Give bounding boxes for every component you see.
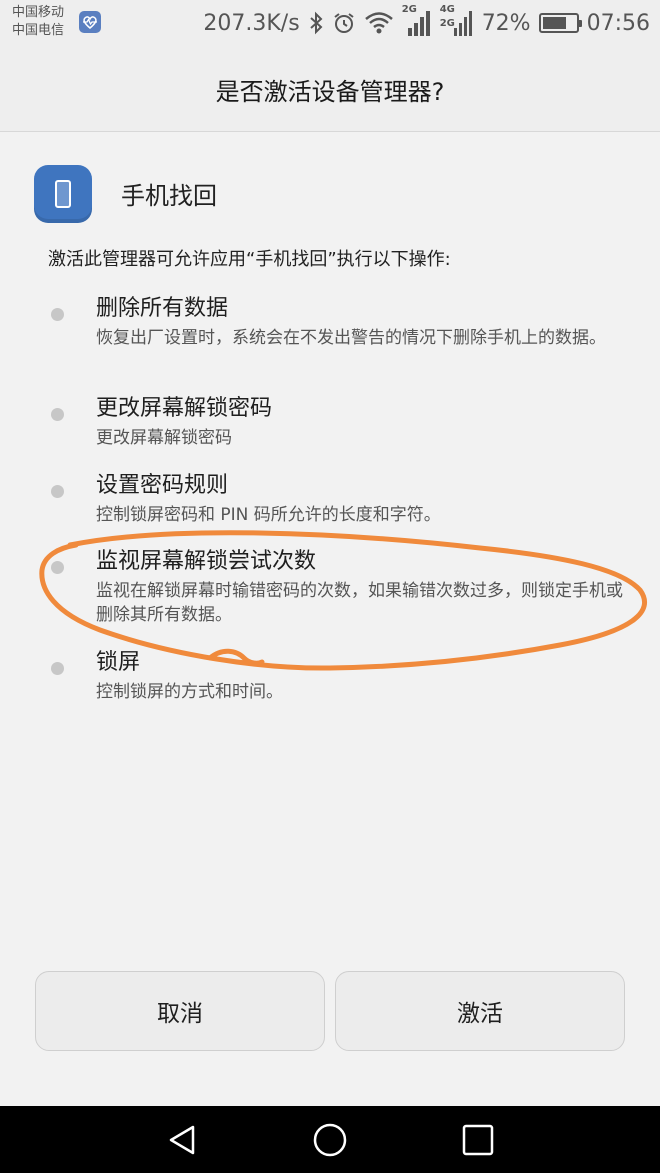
carrier-2: 中国电信 — [12, 23, 65, 38]
bullet-icon — [51, 561, 64, 574]
permission-description: 更改屏幕解锁密码 — [96, 428, 232, 448]
permission-description: 控制锁屏密码和 PIN 码所允许的长度和字符。 — [96, 505, 441, 525]
app-name: 手机找回 — [121, 182, 217, 210]
health-app-icon — [79, 11, 101, 33]
alarm-icon — [332, 11, 356, 35]
activate-button[interactable]: 激活 — [335, 971, 625, 1051]
page-title: 是否激活设备管理器? — [215, 78, 445, 106]
permission-title: 监视屏幕解锁尝试次数 — [96, 549, 317, 574]
bullet-icon — [51, 485, 64, 498]
permission-title: 设置密码规则 — [96, 473, 229, 498]
status-icons: 207.3K/s 2G 4G 2G 72% 07:56 — [203, 4, 650, 38]
permission-description: 监视在解锁屏幕时输错密码的次数，如果输错次数过多，则锁定手机或删除其所有数据。 — [96, 581, 623, 625]
intro-text: 激活此管理器可允许应用“手机找回”执行以下操作: — [48, 249, 451, 270]
bullet-icon — [51, 308, 64, 321]
permission-title: 锁屏 — [96, 650, 141, 675]
permission-title: 更改屏幕解锁密码 — [96, 396, 273, 421]
bullet-icon — [51, 408, 64, 421]
cancel-button[interactable]: 取消 — [35, 971, 325, 1051]
clock: 07:56 — [586, 10, 650, 36]
battery-percent: 72% — [481, 10, 531, 36]
signal-icon: 2G — [402, 4, 432, 36]
home-icon[interactable] — [312, 1122, 348, 1158]
signal-icon: 4G 2G — [440, 4, 474, 36]
battery-level — [542, 17, 566, 29]
back-icon[interactable] — [164, 1122, 200, 1158]
permission-title: 删除所有数据 — [96, 296, 229, 321]
bullet-icon — [51, 662, 64, 675]
wifi-icon — [364, 11, 394, 35]
phone-icon — [34, 165, 92, 223]
permission-description: 控制锁屏的方式和时间。 — [96, 682, 283, 702]
battery-icon — [538, 13, 582, 33]
status-bar: 中国移动 中国电信 207.3K/s 2G 4G 2G 72% 07:56 — [0, 0, 660, 48]
carrier-1: 中国移动 — [12, 5, 65, 20]
bluetooth-icon — [308, 11, 324, 35]
navigation-bar — [0, 1106, 660, 1173]
permission-description: 恢复出厂设置时，系统会在不发出警告的情况下删除手机上的数据。 — [96, 328, 606, 348]
carrier-labels: 中国移动 中国电信 — [12, 4, 64, 40]
recents-icon[interactable] — [460, 1122, 496, 1158]
dialog-header: 是否激活设备管理器? — [0, 48, 660, 132]
network-speed: 207.3K/s — [203, 10, 300, 36]
